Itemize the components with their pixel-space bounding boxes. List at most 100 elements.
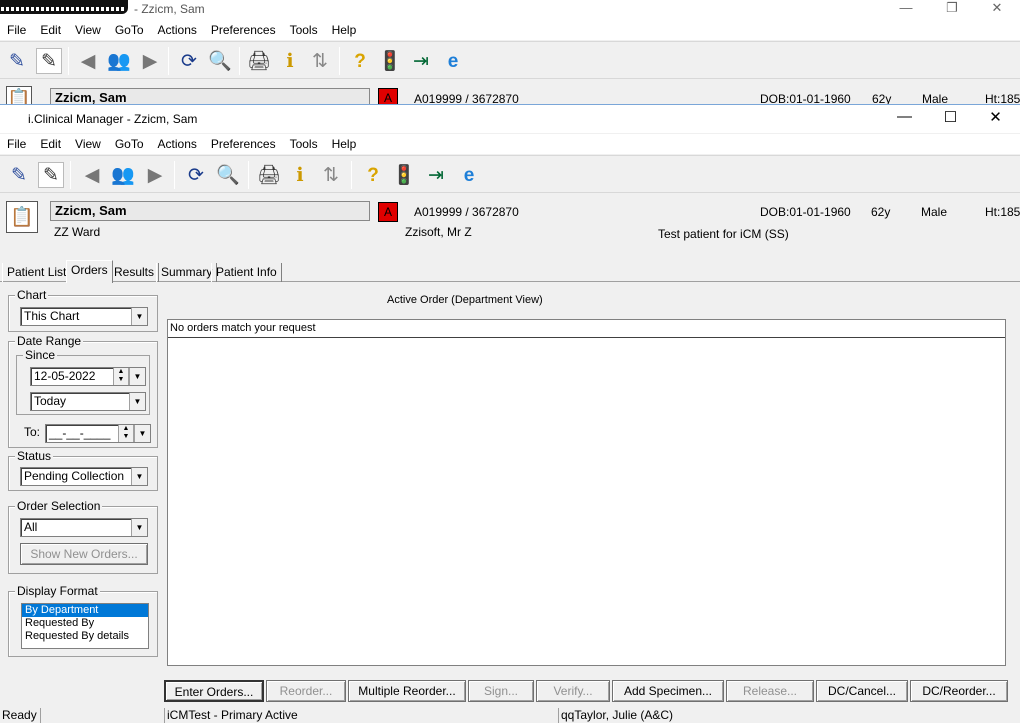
back-arrow-icon[interactable]: ◀ <box>79 162 105 188</box>
display-format-list[interactable]: By Department Requested By Requested By … <box>21 603 149 649</box>
tab-summary[interactable]: Summary <box>156 263 218 282</box>
bg-menu-preferences[interactable]: Preferences <box>204 23 283 37</box>
since-date-picker[interactable]: 12-05-2022 ▲ ▼ ▼ <box>30 367 146 386</box>
display-format-requested-by[interactable]: Requested By <box>22 617 148 630</box>
bg-info-icon[interactable]: ℹ <box>277 48 303 74</box>
date-spinner-icon[interactable]: ▲ ▼ <box>118 425 134 442</box>
bg-menu-help[interactable]: Help <box>325 23 364 37</box>
close-button[interactable]: ✕ <box>973 108 1018 126</box>
browser-icon[interactable]: e <box>456 162 482 188</box>
background-restore-button[interactable]: ❐ <box>932 0 972 16</box>
chart-select[interactable]: This Chart ▼ <box>20 307 148 326</box>
patient-id: A019999 / 3672870 <box>414 205 519 219</box>
bg-help-icon[interactable]: ? <box>347 48 373 74</box>
menu-edit[interactable]: Edit <box>33 137 68 151</box>
menu-goto[interactable]: GoTo <box>108 137 151 151</box>
chart-label: Chart <box>15 288 49 302</box>
bg-menu-goto[interactable]: GoTo <box>108 23 151 37</box>
chevron-down-icon[interactable]: ▼ <box>129 393 145 410</box>
bg-menu-edit[interactable]: Edit <box>33 23 68 37</box>
chevron-down-icon[interactable]: ▼ <box>134 425 150 442</box>
patient-card-icon: 📋 <box>6 201 38 233</box>
bg-search-icon[interactable]: 🔍 <box>207 48 233 74</box>
patient-ward: ZZ Ward <box>54 225 101 239</box>
display-format-by-department[interactable]: By Department <box>22 604 148 617</box>
search-icon[interactable]: 🔍 <box>215 162 241 188</box>
help-icon[interactable]: ? <box>360 162 386 188</box>
orders-heading: Active Order (Department View) <box>387 294 543 306</box>
enter-orders-button[interactable]: Enter Orders... <box>164 680 264 702</box>
background-close-button[interactable]: ✕ <box>977 0 1017 16</box>
patient-age: 62y <box>871 205 891 219</box>
menu-tools[interactable]: Tools <box>283 137 325 151</box>
minimize-button[interactable]: — <box>882 108 927 125</box>
sign-button[interactable]: Sign... <box>468 680 534 702</box>
since-period-select[interactable]: Today ▼ <box>30 392 146 411</box>
verify-button[interactable]: Verify... <box>536 680 610 702</box>
bg-menu-actions[interactable]: Actions <box>151 23 204 37</box>
print-icon[interactable]: 🖨 <box>256 162 282 188</box>
forward-arrow-icon[interactable]: ▶ <box>142 162 168 188</box>
refresh-icon[interactable]: ⟳ <box>183 162 209 188</box>
release-button[interactable]: Release... <box>726 680 814 702</box>
chevron-down-icon[interactable]: ▼ <box>129 368 145 385</box>
bg-exit-icon[interactable]: ⇥ <box>408 48 434 74</box>
traffic-light-icon[interactable]: 🚦 <box>391 162 417 188</box>
bg-traffic-light-icon[interactable]: 🚦 <box>377 48 403 74</box>
bg-refresh-icon[interactable]: ⟳ <box>176 48 202 74</box>
chevron-down-icon[interactable]: ▼ <box>131 468 147 485</box>
menu-help[interactable]: Help <box>325 137 364 151</box>
bg-menu-file[interactable]: File <box>0 23 33 37</box>
orders-icon[interactable]: ✎ <box>38 162 64 188</box>
sort-icon[interactable]: ⇅ <box>318 162 344 188</box>
dc-cancel-button[interactable]: DC/Cancel... <box>816 680 908 702</box>
maximize-button[interactable]: ☐ <box>928 108 973 126</box>
show-new-orders-button[interactable]: Show New Orders... <box>20 543 148 565</box>
menu-view[interactable]: View <box>68 137 108 151</box>
exit-icon[interactable]: ⇥ <box>423 162 449 188</box>
bg-forward-arrow-icon[interactable]: ▶ <box>137 48 163 74</box>
toolbar: ✎ ✎ ◀ 👥 ▶ ⟳ 🔍 🖨 ℹ ⇅ ? 🚦 ⇥ e <box>0 155 1020 193</box>
multiple-reorder-button[interactable]: Multiple Reorder... <box>348 680 466 702</box>
people-icon[interactable]: 👥 <box>110 162 136 188</box>
background-minimize-button[interactable]: — <box>886 0 926 15</box>
bg-browser-icon[interactable]: e <box>440 48 466 74</box>
menu-file[interactable]: File <box>0 137 33 151</box>
date-spinner-icon[interactable]: ▲ ▼ <box>113 368 129 385</box>
menu-preferences[interactable]: Preferences <box>204 137 283 151</box>
background-window: - Zzicm, Sam — ❐ ✕ File Edit View GoTo A… <box>0 0 1020 112</box>
info-icon[interactable]: ℹ <box>287 162 313 188</box>
tab-results[interactable]: Results <box>109 263 160 282</box>
chart-group: Chart This Chart ▼ <box>8 288 158 332</box>
reorder-button[interactable]: Reorder... <box>266 680 346 702</box>
dc-reorder-button[interactable]: DC/Reorder... <box>910 680 1008 702</box>
order-selection-select[interactable]: All ▼ <box>20 518 148 537</box>
tab-patient-info[interactable]: Patient Info <box>211 263 282 282</box>
patient-name: Zzicm, Sam <box>50 201 370 221</box>
to-date-picker[interactable]: __-__-____ ▲ ▼ ▼ <box>45 424 151 443</box>
display-format-requested-by-details[interactable]: Requested By details <box>22 630 148 643</box>
patient-alert-flag[interactable]: A <box>378 202 398 222</box>
order-selection-group: Order Selection All ▼ Show New Orders... <box>8 499 158 574</box>
menu-actions[interactable]: Actions <box>151 137 204 151</box>
to-label: To: <box>24 425 41 439</box>
bg-back-arrow-icon[interactable]: ◀ <box>75 48 101 74</box>
display-format-group: Display Format By Department Requested B… <box>8 584 158 657</box>
bg-sort-icon[interactable]: ⇅ <box>307 48 333 74</box>
bg-patient-list-icon[interactable]: ✎ <box>4 48 30 74</box>
add-specimen-button[interactable]: Add Specimen... <box>612 680 724 702</box>
tab-strip: Patient List Orders Results Summary Pati… <box>0 260 1020 283</box>
orders-list[interactable]: No orders match your request <box>167 319 1006 666</box>
chevron-down-icon[interactable]: ▼ <box>131 308 147 325</box>
tab-patient-list[interactable]: Patient List <box>2 263 72 282</box>
bg-menu-tools[interactable]: Tools <box>283 23 325 37</box>
bg-print-icon[interactable]: 🖨 <box>246 48 272 74</box>
bg-people-icon[interactable]: 👥 <box>106 48 132 74</box>
bg-orders-icon[interactable]: ✎ <box>36 48 62 74</box>
bg-menu-view[interactable]: View <box>68 23 108 37</box>
status-select[interactable]: Pending Collection ▼ <box>20 467 148 486</box>
patient-list-icon[interactable]: ✎ <box>6 162 32 188</box>
tab-orders[interactable]: Orders <box>66 260 113 283</box>
chevron-down-icon[interactable]: ▼ <box>131 519 147 536</box>
status-label: Status <box>15 449 54 463</box>
